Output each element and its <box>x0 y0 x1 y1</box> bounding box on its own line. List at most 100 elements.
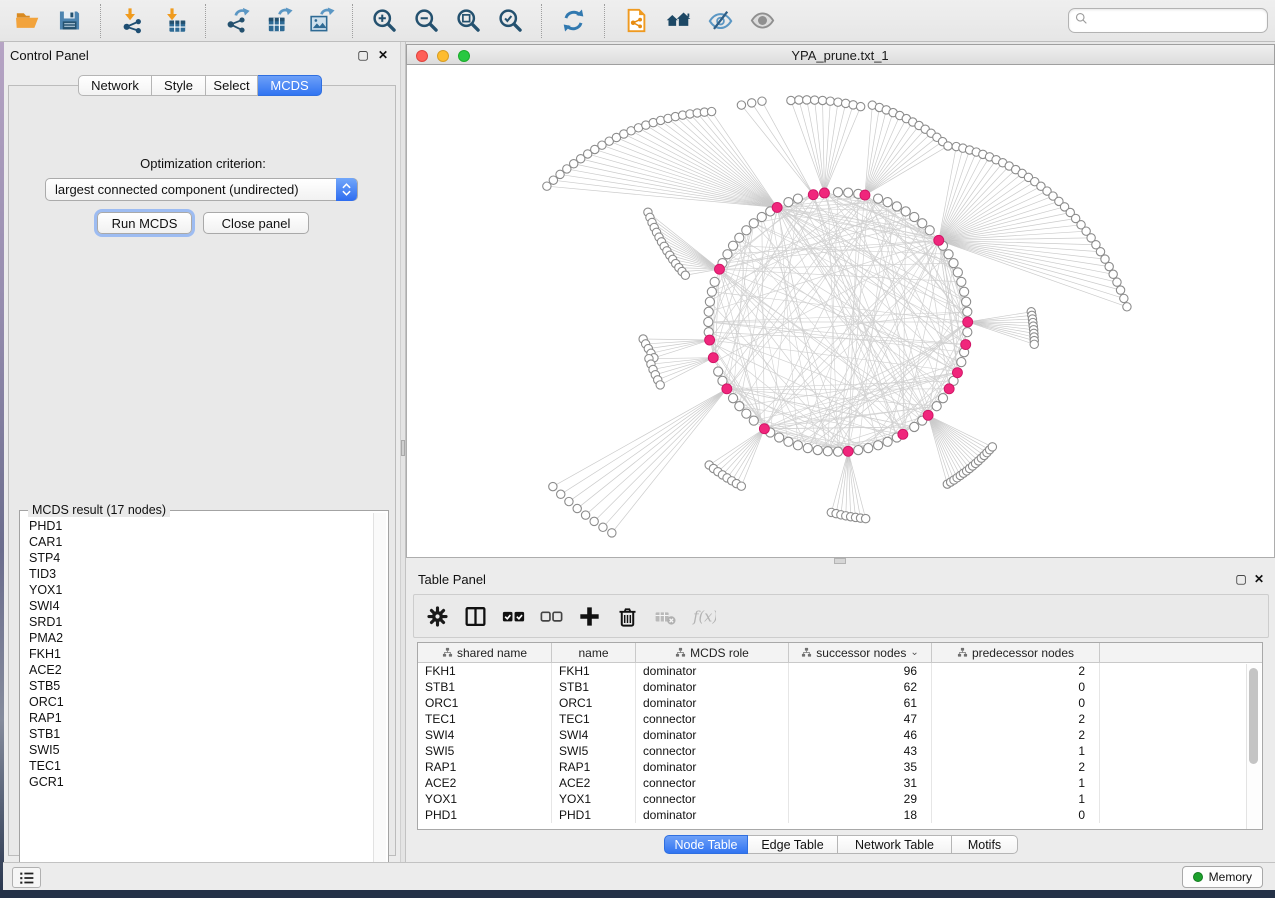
select-all-rows-button[interactable] <box>498 601 528 631</box>
tab-network-table[interactable]: Network Table <box>838 835 952 854</box>
network-leaf-node[interactable] <box>549 482 557 490</box>
network-node[interactable] <box>728 394 737 403</box>
network-leaf-node[interactable] <box>1116 286 1124 294</box>
network-leaf-node[interactable] <box>590 517 598 525</box>
table-row[interactable]: TEC1TEC1connector472 <box>418 711 1262 727</box>
network-node[interactable] <box>938 394 947 403</box>
table-row[interactable]: ACE2ACE2connector311 <box>418 775 1262 791</box>
column-header-successor-nodes[interactable]: successor nodes⌄ <box>789 643 932 662</box>
network-leaf-node[interactable] <box>748 99 756 107</box>
network-leaf-node[interactable] <box>795 96 803 104</box>
network-leaf-node[interactable] <box>1105 262 1113 270</box>
apply-layout-button[interactable] <box>558 6 588 36</box>
tab-style[interactable]: Style <box>152 75 206 96</box>
tab-node-table[interactable]: Node Table <box>664 835 748 854</box>
network-node[interactable] <box>962 297 971 306</box>
network-node[interactable] <box>960 287 969 296</box>
network-node[interactable] <box>704 307 713 316</box>
network-node[interactable] <box>714 367 723 376</box>
maximize-window-traffic-light[interactable] <box>458 50 470 62</box>
float-panel-icon[interactable]: ▢ <box>1234 572 1248 586</box>
result-node-item[interactable]: STB5 <box>29 679 372 695</box>
export-image-button[interactable] <box>306 6 336 36</box>
mcds-hub-node[interactable] <box>934 235 944 245</box>
column-settings-button[interactable] <box>422 601 452 631</box>
network-node[interactable] <box>925 226 934 235</box>
network-node[interactable] <box>892 202 901 211</box>
table-row[interactable]: YOX1YOX1connector291 <box>418 791 1262 807</box>
network-node[interactable] <box>749 416 758 425</box>
mcds-hub-node[interactable] <box>944 384 954 394</box>
result-node-item[interactable]: STB1 <box>29 727 372 743</box>
network-leaf-node[interactable] <box>656 381 664 389</box>
mcds-hub-node[interactable] <box>714 264 724 274</box>
network-leaf-node[interactable] <box>856 102 864 110</box>
mcds-hub-node[interactable] <box>819 188 829 198</box>
mcds-hub-node[interactable] <box>963 317 973 327</box>
search-input[interactable] <box>1089 11 1259 30</box>
network-leaf-node[interactable] <box>581 511 589 519</box>
result-node-item[interactable]: FKH1 <box>29 647 372 663</box>
save-session-button[interactable] <box>54 6 84 36</box>
network-node[interactable] <box>910 212 919 221</box>
network-node[interactable] <box>707 287 716 296</box>
network-node[interactable] <box>784 198 793 207</box>
table-row[interactable]: SWI5SWI5connector431 <box>418 743 1262 759</box>
network-node[interactable] <box>918 219 927 228</box>
result-node-item[interactable]: RAP1 <box>29 711 372 727</box>
network-node[interactable] <box>874 441 883 450</box>
network-node[interactable] <box>963 307 972 316</box>
network-leaf-node[interactable] <box>841 99 849 107</box>
run-mcds-button[interactable]: Run MCDS <box>97 212 192 234</box>
network-leaf-node[interactable] <box>758 97 766 105</box>
network-node[interactable] <box>953 268 962 277</box>
result-node-item[interactable]: TEC1 <box>29 759 372 775</box>
network-leaf-node[interactable] <box>818 96 826 104</box>
network-node[interactable] <box>793 441 802 450</box>
close-panel-icon[interactable]: ✕ <box>376 48 390 62</box>
zoom-selected-button[interactable] <box>495 6 525 36</box>
horizontal-splitter[interactable] <box>406 558 1275 568</box>
network-node[interactable] <box>742 226 751 235</box>
toggle-column-panel-button[interactable] <box>460 601 490 631</box>
network-node[interactable] <box>735 402 744 411</box>
network-node[interactable] <box>910 422 919 431</box>
scrollbar-thumb[interactable] <box>1249 668 1258 764</box>
network-node[interactable] <box>705 297 714 306</box>
mcds-hub-node[interactable] <box>708 353 718 363</box>
mcds-hub-node[interactable] <box>808 190 818 200</box>
network-node[interactable] <box>957 277 966 286</box>
deselect-all-rows-button[interactable] <box>536 601 566 631</box>
network-node[interactable] <box>728 241 737 250</box>
mcds-hub-node[interactable] <box>923 410 933 420</box>
tab-mcds[interactable]: MCDS <box>258 75 322 96</box>
close-panel-button[interactable]: Close panel <box>203 212 309 234</box>
first-neighbors-button[interactable] <box>663 6 693 36</box>
close-window-traffic-light[interactable] <box>416 50 428 62</box>
table-scrollbar[interactable] <box>1246 664 1261 829</box>
network-leaf-node[interactable] <box>737 482 745 490</box>
column-header-name[interactable]: name <box>552 643 636 662</box>
zoom-fit-button[interactable] <box>453 6 483 36</box>
network-leaf-node[interactable] <box>988 443 996 451</box>
network-leaf-node[interactable] <box>608 529 616 537</box>
import-table-button[interactable] <box>159 6 189 36</box>
network-leaf-node[interactable] <box>1123 303 1131 311</box>
network-leaf-node[interactable] <box>787 96 795 104</box>
mcds-hub-node[interactable] <box>860 190 870 200</box>
network-node[interactable] <box>949 259 958 268</box>
network-node[interactable] <box>775 433 784 442</box>
network-leaf-node[interactable] <box>944 142 952 150</box>
result-node-item[interactable]: ORC1 <box>29 695 372 711</box>
mcds-hub-node[interactable] <box>722 384 732 394</box>
network-node[interactable] <box>932 402 941 411</box>
new-network-from-selection-button[interactable] <box>621 6 651 36</box>
export-table-button[interactable] <box>264 6 294 36</box>
network-node[interactable] <box>793 194 802 203</box>
network-node[interactable] <box>864 443 873 452</box>
hide-selected-button[interactable] <box>705 6 735 36</box>
network-node[interactable] <box>844 188 853 197</box>
mcds-hub-node[interactable] <box>898 429 908 439</box>
network-leaf-node[interactable] <box>1109 270 1117 278</box>
float-panel-icon[interactable]: ▢ <box>356 48 370 62</box>
